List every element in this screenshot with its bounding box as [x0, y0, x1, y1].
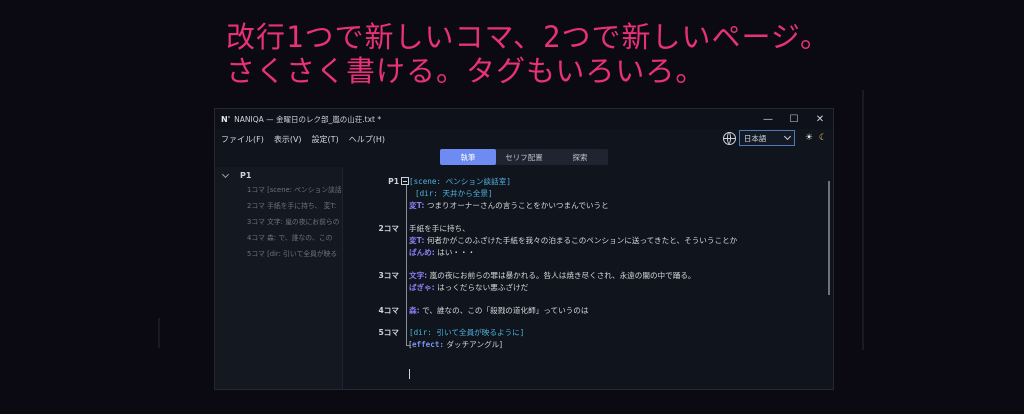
tree-item-panel-3[interactable]: 3コマ 文字: 嵐の夜にお前らの [215, 214, 342, 230]
tree-item-panel-2[interactable]: 2コマ 手紙を手に持ち、 変T: [215, 198, 342, 214]
fold-guide-end [406, 345, 411, 346]
tag-value: 天井から全景 [442, 189, 488, 198]
tag-keyword: effect: [411, 340, 444, 349]
toolbar-right: 日本語 ☀ ☾ [722, 130, 827, 146]
editor-line: [dir: 引いて全員が映るように] [409, 327, 524, 338]
editor-line: 変T: 何者かがこのふざけた手紙を我々の泊まるこのペンションに送ってきたと、そう… [409, 235, 737, 246]
window-title: NANIQA — 金曜日のレク部_嵐の山荘.txt * [234, 114, 382, 124]
maximize-button[interactable]: ☐ [781, 109, 807, 129]
tag-close: ] [519, 328, 525, 337]
dialogue-text: で、誰なの、この「殺戮の道化師」っていうのは [422, 306, 589, 315]
editor-line: [scene: ペンション談話室] [409, 176, 511, 187]
mode-tabs: 執筆 セリフ配置 探索 [440, 149, 608, 165]
dialogue-text: つまりオーナーさんの言うことをかいつまんでいうと [426, 201, 609, 210]
speaker-name: ぱんめ: [409, 248, 435, 257]
menu-bar: ファイル(F) 表示(V) 設定(T) ヘルプ(H) 日本語 ☀ ☾ [215, 129, 833, 149]
tag-open: [dir: [409, 328, 437, 337]
tree-item-panel-5[interactable]: 5コマ [dir: 引いて全員が映る [215, 246, 342, 262]
speaker-name: 変T: [409, 236, 425, 245]
language-value: 日本語 [743, 133, 767, 143]
editor-line: [effect: ダッチアングル] [409, 339, 502, 350]
tag-open: [dir: [415, 189, 443, 198]
tag-close: ] [499, 340, 503, 349]
editor-line: ぱんめ: はい・・・ [409, 247, 475, 258]
fold-guide [406, 185, 407, 345]
editor-line: 手紙を手に持ち、 [409, 223, 470, 234]
tab-dialogue-layout[interactable]: セリフ配置 [496, 149, 552, 165]
tree-item-panel-4[interactable]: 4コマ 森: で、誰なの、この [215, 230, 342, 246]
panel-list: 1コマ [scene: ペンション談話 2コマ 手紙を手に持ち、 変T: 3コマ… [215, 182, 342, 262]
narration-text: 手紙を手に持ち、 [409, 224, 470, 233]
menu-file[interactable]: ファイル(F) [221, 134, 264, 145]
tree-item-panel-1[interactable]: 1コマ [scene: ペンション談話 [215, 182, 342, 198]
tag-value: 引いて全員が映るように [436, 328, 520, 337]
gutter-panel-2: 2コマ [378, 224, 399, 233]
dialogue-text: 嵐の夜にお前らの罪は暴かれる。咎人は焼き尽くされ、永遠の闇の中で踊る。 [429, 271, 696, 280]
tab-search[interactable]: 探索 [552, 149, 608, 165]
editor-line: [dir: 天井から全景] [415, 188, 493, 199]
sun-icon[interactable]: ☀ [805, 133, 813, 143]
dialogue-text: はっくだらない悪ふざけだ [437, 283, 529, 292]
background-divider-right [862, 90, 864, 350]
speaker-name: 森: [409, 306, 420, 315]
background-divider-left [158, 318, 160, 348]
dialogue-text: 何者かがこのふざけた手紙を我々の泊まるこのペンションに送ってきたと、そういうこと… [426, 236, 738, 245]
dialogue-text: はい・・・ [437, 248, 476, 257]
language-select[interactable]: 日本語 [738, 130, 795, 146]
editor-line: 変T: つまりオーナーさんの言うことをかいつまんでいうと [409, 200, 609, 211]
menu-settings[interactable]: 設定(T) [312, 134, 339, 145]
chevron-down-icon [783, 132, 791, 141]
fold-icon[interactable] [401, 177, 409, 185]
gutter-panel-3: 3コマ [378, 271, 399, 280]
tree-page-p1[interactable]: P1 [215, 167, 342, 180]
text-cursor [409, 369, 410, 379]
scrollbar[interactable] [828, 181, 830, 295]
gutter-panel-4: 4コマ [378, 306, 399, 315]
close-button[interactable]: ✕ [807, 109, 833, 129]
gutter-page-label: P1 [388, 177, 399, 186]
globe-icon [722, 131, 736, 145]
tag-value: ペンション談話室 [445, 177, 507, 186]
editor-line: ばぎゃ: はっくだらない悪ふざけだ [409, 282, 528, 293]
minimize-button[interactable]: — [755, 109, 781, 129]
chevron-down-icon[interactable] [221, 170, 230, 178]
tab-writing[interactable]: 執筆 [440, 149, 496, 165]
tag-value: ダッチアングル [446, 340, 500, 349]
tag-close: ] [488, 189, 493, 198]
speaker-name: ばぎゃ: [409, 283, 435, 292]
tag-close: ] [506, 177, 511, 186]
title-bar[interactable]: N' NANIQA — 金曜日のレク部_嵐の山荘.txt * — ☐ ✕ [215, 109, 833, 129]
headline-line-1: 改行1つで新しいコマ、2つで新しいページ。 [226, 20, 831, 54]
tree-page-label: P1 [240, 171, 252, 180]
headline-line-2: さくさく書ける。タグもいろいろ。 [226, 54, 706, 88]
editor-line: 文字: 嵐の夜にお前らの罪は暴かれる。咎人は焼き尽くされ、永遠の闇の中で踊る。 [409, 270, 696, 281]
text-editor[interactable]: P1 2コマ 3コマ 4コマ 5コマ [scene: ペンション談話室] [di… [343, 167, 833, 389]
outline-sidebar: P1 1コマ [scene: ペンション談話 2コマ 手紙を手に持ち、 変T: … [215, 167, 343, 389]
moon-icon[interactable]: ☾ [819, 133, 827, 143]
speaker-name: 変T: [409, 201, 425, 210]
editor-line: 森: で、誰なの、この「殺戮の道化師」っていうのは [409, 305, 588, 316]
speaker-name: 文字: [409, 271, 428, 280]
menu-help[interactable]: ヘルプ(H) [349, 134, 385, 145]
menu-view[interactable]: 表示(V) [274, 134, 302, 145]
tag-open: [scene: [409, 177, 446, 186]
headline: 改行1つで新しいコマ、2つで新しいページ。 さくさく書ける。タグもいろいろ。 [226, 20, 986, 88]
app-window: N' NANIQA — 金曜日のレク部_嵐の山荘.txt * — ☐ ✕ ファイ… [214, 108, 834, 390]
gutter-panel-5: 5コマ [378, 328, 399, 337]
app-logo: N' [221, 114, 231, 124]
